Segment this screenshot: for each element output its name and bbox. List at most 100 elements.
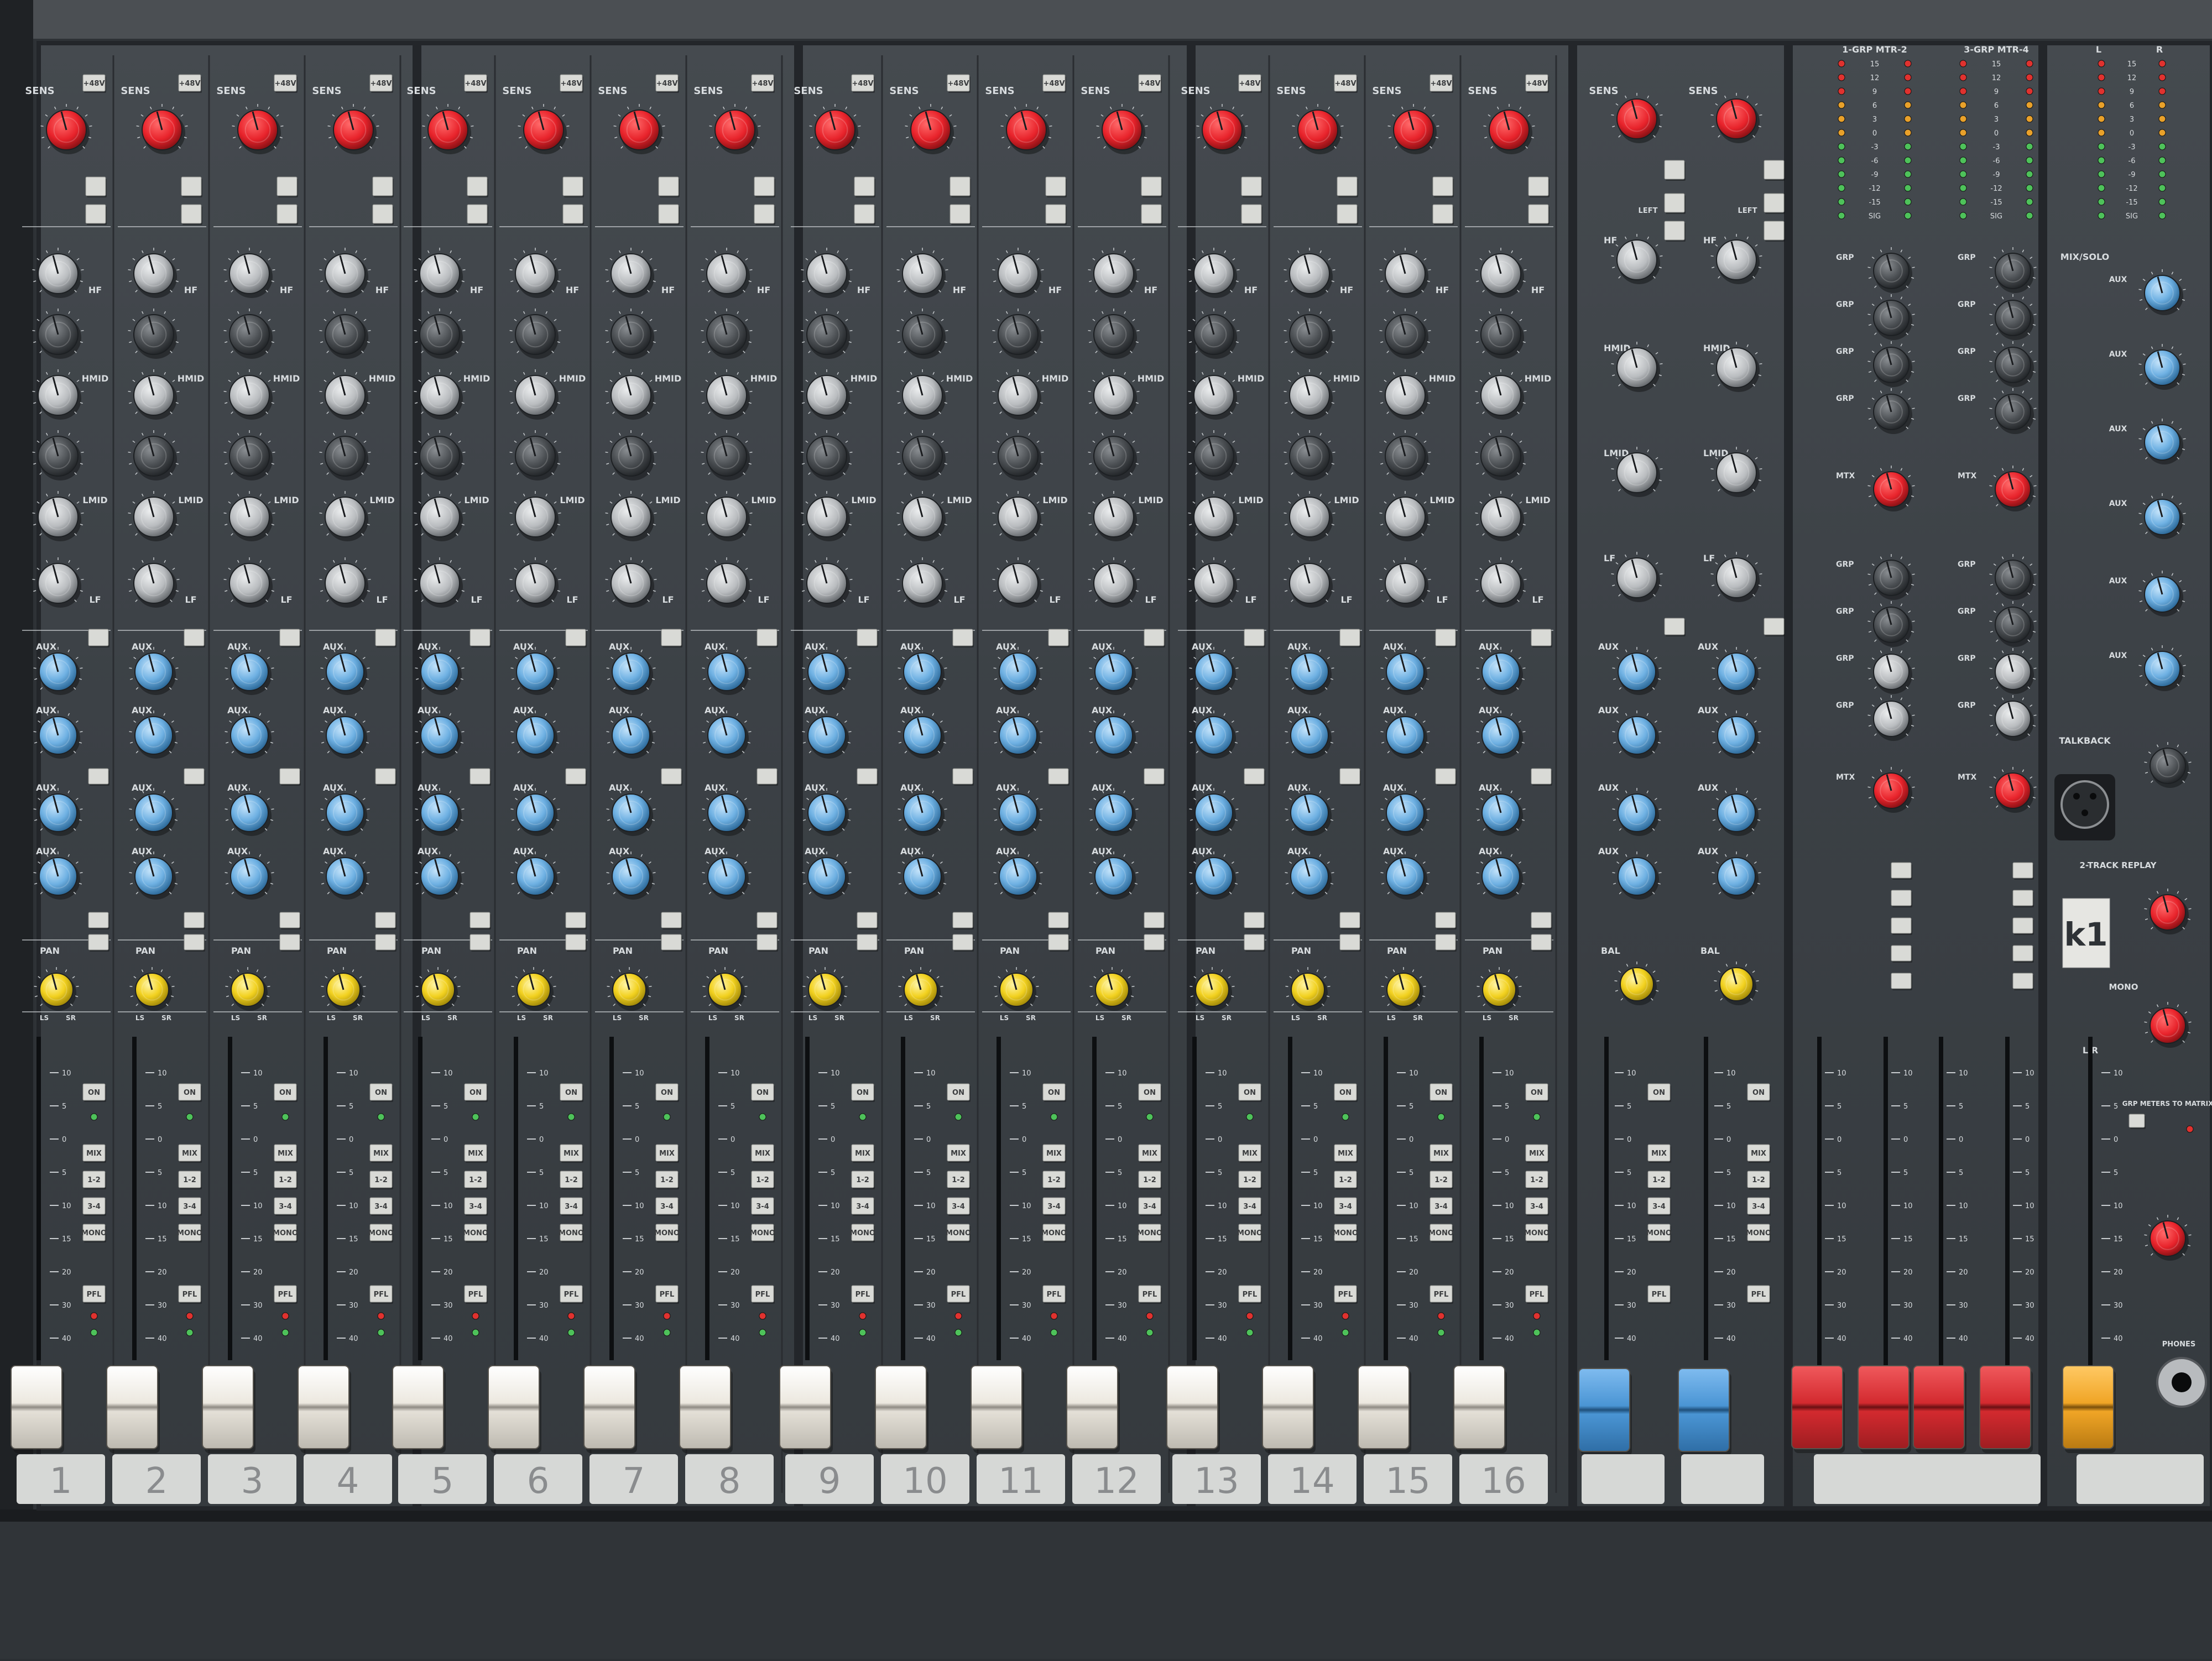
- route-3-4-button[interactable]: 3-4: [1526, 1198, 1549, 1216]
- route-1-2-button[interactable]: 1-2: [370, 1171, 393, 1189]
- aux-pre-button[interactable]: [1340, 912, 1361, 929]
- aux-pre-button[interactable]: [1048, 769, 1070, 786]
- eq-in-button[interactable]: [1531, 629, 1552, 647]
- pan-pre-button[interactable]: [857, 934, 878, 952]
- right-button[interactable]: [1665, 221, 1686, 242]
- mix-route-button[interactable]: MIX: [560, 1145, 583, 1163]
- phase-button[interactable]: [1046, 205, 1067, 225]
- mix-route-button[interactable]: MIX: [465, 1145, 488, 1163]
- aux-pre-button[interactable]: [661, 769, 682, 786]
- pan-pre-button[interactable]: [1144, 934, 1165, 952]
- phantom-48v-button[interactable]: +48V: [852, 75, 875, 93]
- mix-route-button[interactable]: MIX: [1334, 1145, 1358, 1163]
- aux-pre-button[interactable]: [1244, 912, 1265, 929]
- phase-button[interactable]: [1141, 205, 1162, 225]
- eq-in-button[interactable]: [566, 629, 587, 647]
- mix-route-button[interactable]: MIX: [370, 1145, 393, 1163]
- left-button[interactable]: [1764, 194, 1785, 214]
- pad-button[interactable]: [1241, 177, 1262, 197]
- pad-button[interactable]: [950, 177, 971, 197]
- pad-button[interactable]: [1528, 177, 1550, 197]
- pfl-button[interactable]: PFL: [1139, 1286, 1162, 1304]
- aux-pre-button[interactable]: [953, 912, 974, 929]
- route-3-4-button[interactable]: 3-4: [370, 1198, 393, 1216]
- mono-route-button[interactable]: MONO: [1333, 1224, 1358, 1242]
- eq-in-button[interactable]: [470, 629, 491, 647]
- phase-button[interactable]: [754, 205, 775, 225]
- route-1-2-button[interactable]: 1-2: [947, 1171, 971, 1189]
- stereo-eq-in-button[interactable]: [1764, 618, 1785, 636]
- channel-on-button[interactable]: ON: [83, 1084, 106, 1102]
- aux-pre-button[interactable]: [280, 769, 301, 786]
- route-3-4-button[interactable]: 3-4: [1430, 1198, 1453, 1216]
- eq-in-button[interactable]: [1144, 629, 1165, 647]
- channel-on-button[interactable]: ON: [560, 1084, 583, 1102]
- route-1-2-button[interactable]: 1-2: [560, 1171, 583, 1189]
- stereo-mono-button[interactable]: MONO: [1646, 1224, 1672, 1242]
- mix-route-button[interactable]: MIX: [179, 1145, 202, 1163]
- aux-pre-button[interactable]: [857, 769, 878, 786]
- channel-on-button[interactable]: ON: [947, 1084, 971, 1102]
- aux-pre-button[interactable]: [1531, 769, 1552, 786]
- mono-route-button[interactable]: MONO: [463, 1224, 488, 1242]
- phase-button[interactable]: [1433, 205, 1454, 225]
- phase-button[interactable]: [277, 205, 298, 225]
- mix-route-button[interactable]: MIX: [656, 1145, 679, 1163]
- route-1-2-button[interactable]: 1-2: [1043, 1171, 1066, 1189]
- pan-pre-button[interactable]: [953, 934, 974, 952]
- channel-on-button[interactable]: ON: [370, 1084, 393, 1102]
- eq-in-button[interactable]: [1048, 629, 1070, 647]
- phantom-48v-button[interactable]: +48V: [1526, 75, 1549, 93]
- eq-in-button[interactable]: [1436, 629, 1457, 647]
- stereo-mix-button[interactable]: MIX: [1648, 1145, 1671, 1163]
- route-1-2-button[interactable]: 1-2: [83, 1171, 106, 1189]
- phantom-48v-button[interactable]: +48V: [1043, 75, 1066, 93]
- mix-route-button[interactable]: MIX: [83, 1145, 106, 1163]
- aux-pre-button[interactable]: [1531, 912, 1552, 929]
- eq-in-button[interactable]: [953, 629, 974, 647]
- pan-pre-button[interactable]: [375, 934, 397, 952]
- phase-button[interactable]: [181, 205, 202, 225]
- pad-button[interactable]: [854, 177, 875, 197]
- route-3-4-button[interactable]: 3-4: [274, 1198, 298, 1216]
- mix-route-button[interactable]: MIX: [1043, 1145, 1066, 1163]
- pad-button[interactable]: [563, 177, 584, 197]
- mono-route-button[interactable]: MONO: [1041, 1224, 1067, 1242]
- pfl-button[interactable]: PFL: [179, 1286, 202, 1304]
- mono-route-button[interactable]: MONO: [1237, 1224, 1262, 1242]
- aux-pre-button[interactable]: [184, 769, 205, 786]
- pan-pre-button[interactable]: [470, 934, 491, 952]
- mono-route-button[interactable]: MONO: [1428, 1224, 1454, 1242]
- route-3-4-button[interactable]: 3-4: [852, 1198, 875, 1216]
- route-1-2-button[interactable]: 1-2: [465, 1171, 488, 1189]
- pfl-button[interactable]: PFL: [1334, 1286, 1358, 1304]
- mono-route-button[interactable]: MONO: [850, 1224, 875, 1242]
- channel-on-button[interactable]: ON: [1430, 1084, 1453, 1102]
- mix-route-button[interactable]: MIX: [274, 1145, 298, 1163]
- pad-button[interactable]: [467, 177, 488, 197]
- pfl-button[interactable]: PFL: [656, 1286, 679, 1304]
- pfl-button[interactable]: PFL: [560, 1286, 583, 1304]
- phase-button[interactable]: [854, 205, 875, 225]
- phantom-48v-button[interactable]: +48V: [1139, 75, 1162, 93]
- phantom-48v-button[interactable]: +48V: [1239, 75, 1262, 93]
- route-1-2-button[interactable]: 1-2: [752, 1171, 775, 1189]
- aux-pre-button[interactable]: [953, 769, 974, 786]
- aux-pre-button[interactable]: [280, 912, 301, 929]
- channel-on-button[interactable]: ON: [179, 1084, 202, 1102]
- stereo-on-button[interactable]: ON: [1648, 1084, 1671, 1102]
- mono-route-button[interactable]: MONO: [81, 1224, 107, 1242]
- aux-pre-button[interactable]: [1244, 769, 1265, 786]
- mix-route-button[interactable]: MIX: [1526, 1145, 1549, 1163]
- eq-in-button[interactable]: [1340, 629, 1361, 647]
- aux-pre-button[interactable]: [470, 912, 491, 929]
- aux-pre-button[interactable]: [1436, 769, 1457, 786]
- channel-on-button[interactable]: ON: [852, 1084, 875, 1102]
- route-3-4-button[interactable]: 3-4: [179, 1198, 202, 1216]
- pfl-button[interactable]: PFL: [1239, 1286, 1262, 1304]
- pad-button[interactable]: [181, 177, 202, 197]
- phase-button[interactable]: [659, 205, 680, 225]
- phantom-48v-button[interactable]: +48V: [83, 75, 106, 93]
- stereo-route-3-4-button[interactable]: 3-4: [1648, 1198, 1671, 1216]
- eq-in-button[interactable]: [857, 629, 878, 647]
